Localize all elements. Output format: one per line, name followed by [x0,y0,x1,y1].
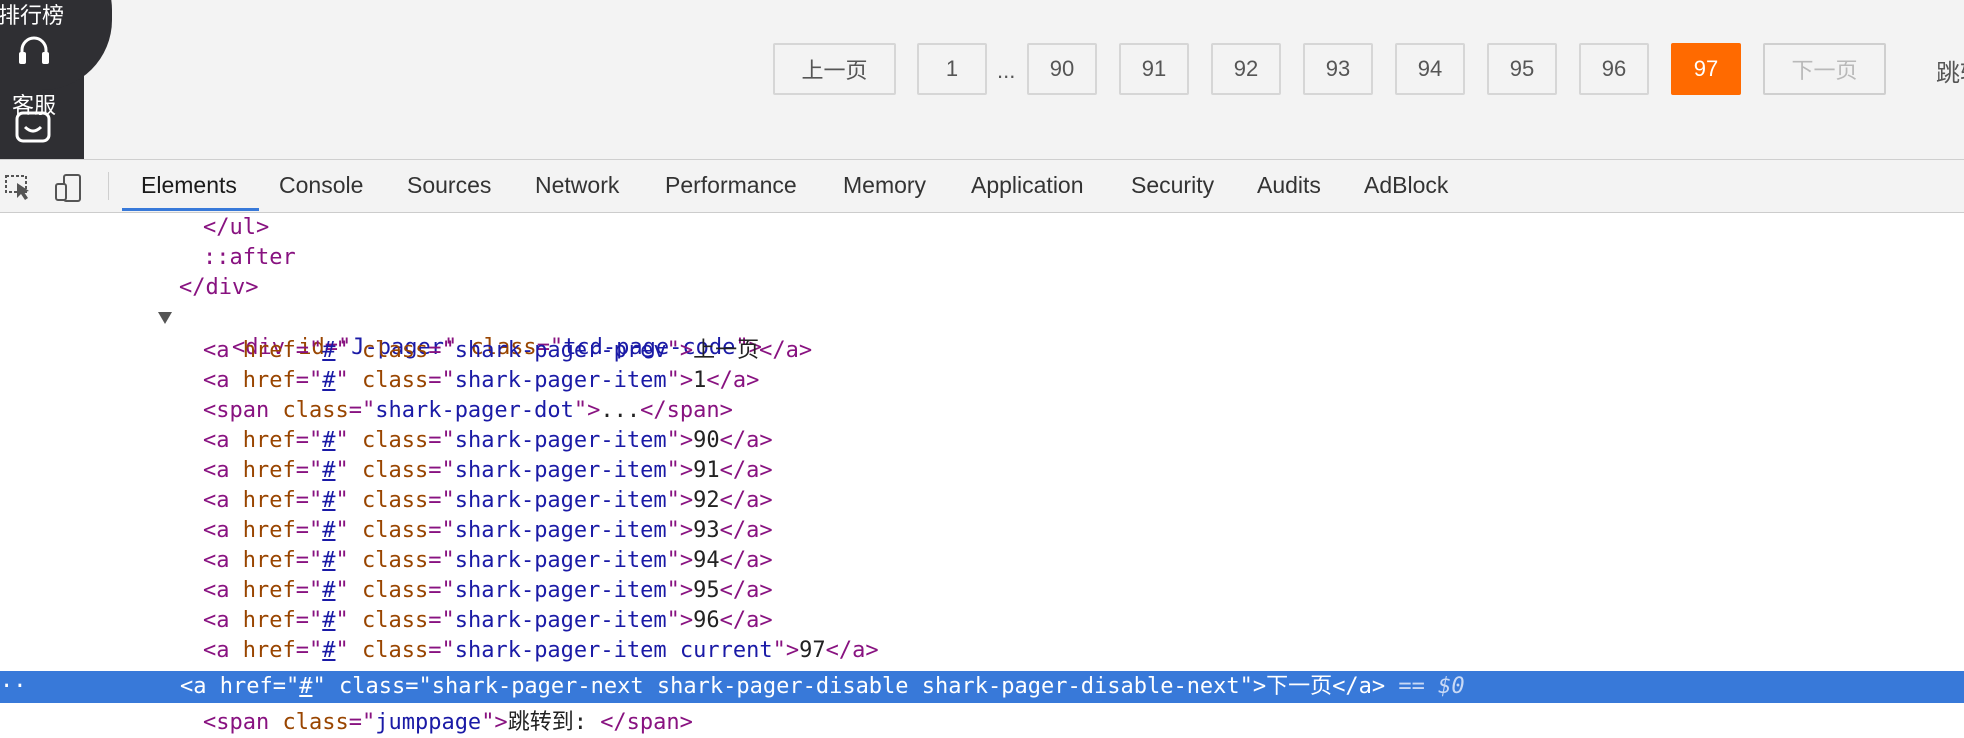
dom-node-item-link[interactable]: <a href="#" class="shark-pager-item">90<… [0,426,1964,456]
tab-performance[interactable]: Performance [665,172,797,199]
dom-node-first-link[interactable]: <a href="#" class="shark-pager-item">1</… [0,366,1964,396]
tab-security[interactable]: Security [1131,172,1214,199]
pager-next-button[interactable]: 下一页 [1763,43,1886,95]
pager-page-97-current-button[interactable]: 97 [1671,43,1741,95]
devtools-toolbar: Elements Console Sources Network Perform… [0,160,1964,213]
tab-memory[interactable]: Memory [843,172,926,199]
rank-list-link[interactable]: 排行榜 [0,0,64,30]
tab-sources[interactable]: Sources [407,172,491,199]
headset-icon[interactable] [14,32,54,72]
pager-page-94-button[interactable]: 94 [1395,43,1465,95]
tab-audits[interactable]: Audits [1257,172,1321,199]
elements-panel: </ul> ::after </div> <div id="J-pager" c… [0,213,1964,736]
dom-node-pager-div[interactable]: <div id="J-pager" class="tcd-page-code"> [0,303,1964,360]
robot-icon [15,111,51,143]
node-actions-ellipsis-icon[interactable]: ·· [0,671,27,703]
dom-node-jump-span[interactable]: <span class="jumppage">跳转到: </span> [0,708,1964,738]
device-toolbar-icon[interactable] [54,174,84,202]
active-tab-indicator [122,208,259,211]
inspect-element-icon[interactable] [4,174,34,200]
tab-elements[interactable]: Elements [141,172,237,199]
side-panel: 排行榜 客服 [0,0,112,159]
pager-jump-label: 跳转 [1936,60,1964,87]
dom-node-dot-span[interactable]: <span class="shark-pager-dot">...</span> [0,396,1964,426]
toolbar-separator [108,172,109,200]
tab-network[interactable]: Network [535,172,619,199]
dom-node-ul-close[interactable]: </ul> [0,213,1964,243]
dom-node-item-link[interactable]: <a href="#" class="shark-pager-item">94<… [0,546,1964,576]
dom-node-current-link[interactable]: <a href="#" class="shark-pager-item curr… [0,636,1964,666]
tab-application[interactable]: Application [971,172,1084,199]
tab-console[interactable]: Console [279,172,363,199]
pager-page-91-button[interactable]: 91 [1119,43,1189,95]
dom-node-item-link[interactable]: <a href="#" class="shark-pager-item">92<… [0,486,1964,516]
pager-page-92-button[interactable]: 92 [1211,43,1281,95]
expand-triangle-icon[interactable] [158,312,172,324]
selected-node-hint: == $0 [1398,674,1465,699]
dom-node-item-link[interactable]: <a href="#" class="shark-pager-item">91<… [0,456,1964,486]
dom-node-after[interactable]: ::after [0,243,1964,273]
pager-page-96-button[interactable]: 96 [1579,43,1649,95]
pager-page-95-button[interactable]: 95 [1487,43,1557,95]
dom-node-next-link-selected[interactable]: ·· <a href="#" class="shark-pager-next sh… [0,671,1964,703]
pager-page-93-button[interactable]: 93 [1303,43,1373,95]
pager-page-1-button[interactable]: 1 [917,43,987,95]
pager-prev-button[interactable]: 上一页 [773,43,896,95]
dom-node-item-link[interactable]: <a href="#" class="shark-pager-item">93<… [0,516,1964,546]
page-viewport: 排行榜 客服 上一页 1 ... 90 91 92 93 94 95 96 97… [0,0,1964,160]
dom-node-item-link[interactable]: <a href="#" class="shark-pager-item">95<… [0,576,1964,606]
pager-page-90-button[interactable]: 90 [1027,43,1097,95]
dom-node-item-link[interactable]: <a href="#" class="shark-pager-item">96<… [0,606,1964,636]
dom-node-div-close[interactable]: </div> [0,273,1964,303]
tab-adblock[interactable]: AdBlock [1364,172,1448,199]
dom-node-prev-link[interactable]: <a href="#" class="shark-pager-prev">上一页… [0,336,1964,366]
pager-ellipsis: ... [997,58,1016,83]
